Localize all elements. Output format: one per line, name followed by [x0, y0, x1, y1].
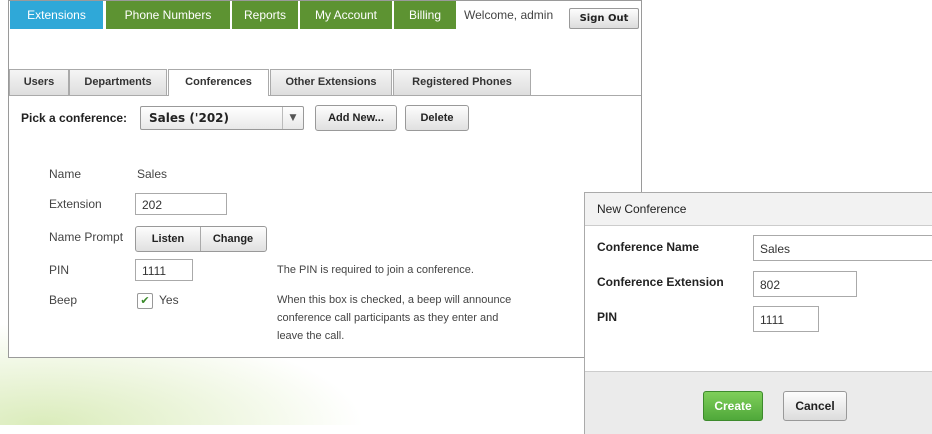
name-value: Sales [137, 167, 168, 181]
listen-button[interactable]: Listen [136, 227, 201, 251]
cancel-button[interactable]: Cancel [783, 391, 847, 421]
change-button[interactable]: Change [201, 227, 265, 251]
dialog-pin-field[interactable]: 1111 [753, 306, 819, 332]
conference-name-label: Conference Name [597, 240, 700, 254]
beep-value: Yes [159, 293, 179, 307]
name-prompt-buttons: Listen Change [135, 226, 267, 252]
nav-reports[interactable]: Reports [232, 1, 298, 29]
add-new-button[interactable]: Add New... [315, 105, 397, 131]
delete-button[interactable]: Delete [405, 105, 469, 131]
beep-checkbox[interactable]: ✔ [137, 293, 153, 309]
sign-out-button[interactable]: Sign Out [569, 8, 639, 29]
tab-departments[interactable]: Departments [69, 69, 167, 95]
pin-label: PIN [49, 263, 70, 277]
conference-extension-label: Conference Extension [597, 275, 724, 289]
new-conference-dialog: New Conference Conference Name Sales Con… [584, 192, 932, 434]
name-prompt-label: Name Prompt [49, 230, 124, 244]
dialog-title: New Conference [597, 202, 687, 216]
beep-help-text: When this box is checked, a beep will an… [277, 294, 512, 342]
check-icon: ✔ [140, 294, 150, 307]
tab-users[interactable]: Users [9, 69, 69, 95]
welcome-text: Welcome, admin [464, 8, 554, 22]
pin-help-text: The PIN is required to join a conference… [277, 264, 474, 276]
pin-field[interactable]: 1111 [135, 259, 193, 281]
extension-field[interactable]: 202 [135, 193, 227, 215]
nav-extensions[interactable]: Extensions [10, 1, 103, 29]
conference-select[interactable]: Sales ('202) ▼ [140, 106, 304, 130]
beep-label: Beep [49, 293, 78, 307]
tab-registered-phones[interactable]: Registered Phones [393, 69, 531, 95]
dialog-title-bar: New Conference [585, 193, 932, 226]
chevron-down-icon: ▼ [282, 107, 303, 129]
tab-bar: Users Departments Conferences Other Exte… [9, 69, 641, 96]
name-label: Name [49, 167, 82, 181]
tab-other-extensions[interactable]: Other Extensions [270, 69, 392, 95]
top-nav: Extensions Phone Numbers Reports My Acco… [9, 1, 641, 29]
conference-extension-field[interactable]: 802 [753, 271, 857, 297]
nav-my-account[interactable]: My Account [300, 1, 392, 29]
main-window: Extensions Phone Numbers Reports My Acco… [8, 0, 642, 358]
create-button[interactable]: Create [703, 391, 763, 421]
tab-conferences[interactable]: Conferences [168, 69, 269, 96]
dialog-pin-label: PIN [597, 310, 618, 324]
pick-conference-label: Pick a conference: [21, 111, 128, 125]
conference-name-field[interactable]: Sales [753, 235, 932, 261]
conference-select-value: Sales ('202) [149, 111, 230, 125]
nav-billing[interactable]: Billing [394, 1, 456, 29]
nav-phone-numbers[interactable]: Phone Numbers [106, 1, 230, 29]
extension-label: Extension [49, 197, 102, 211]
